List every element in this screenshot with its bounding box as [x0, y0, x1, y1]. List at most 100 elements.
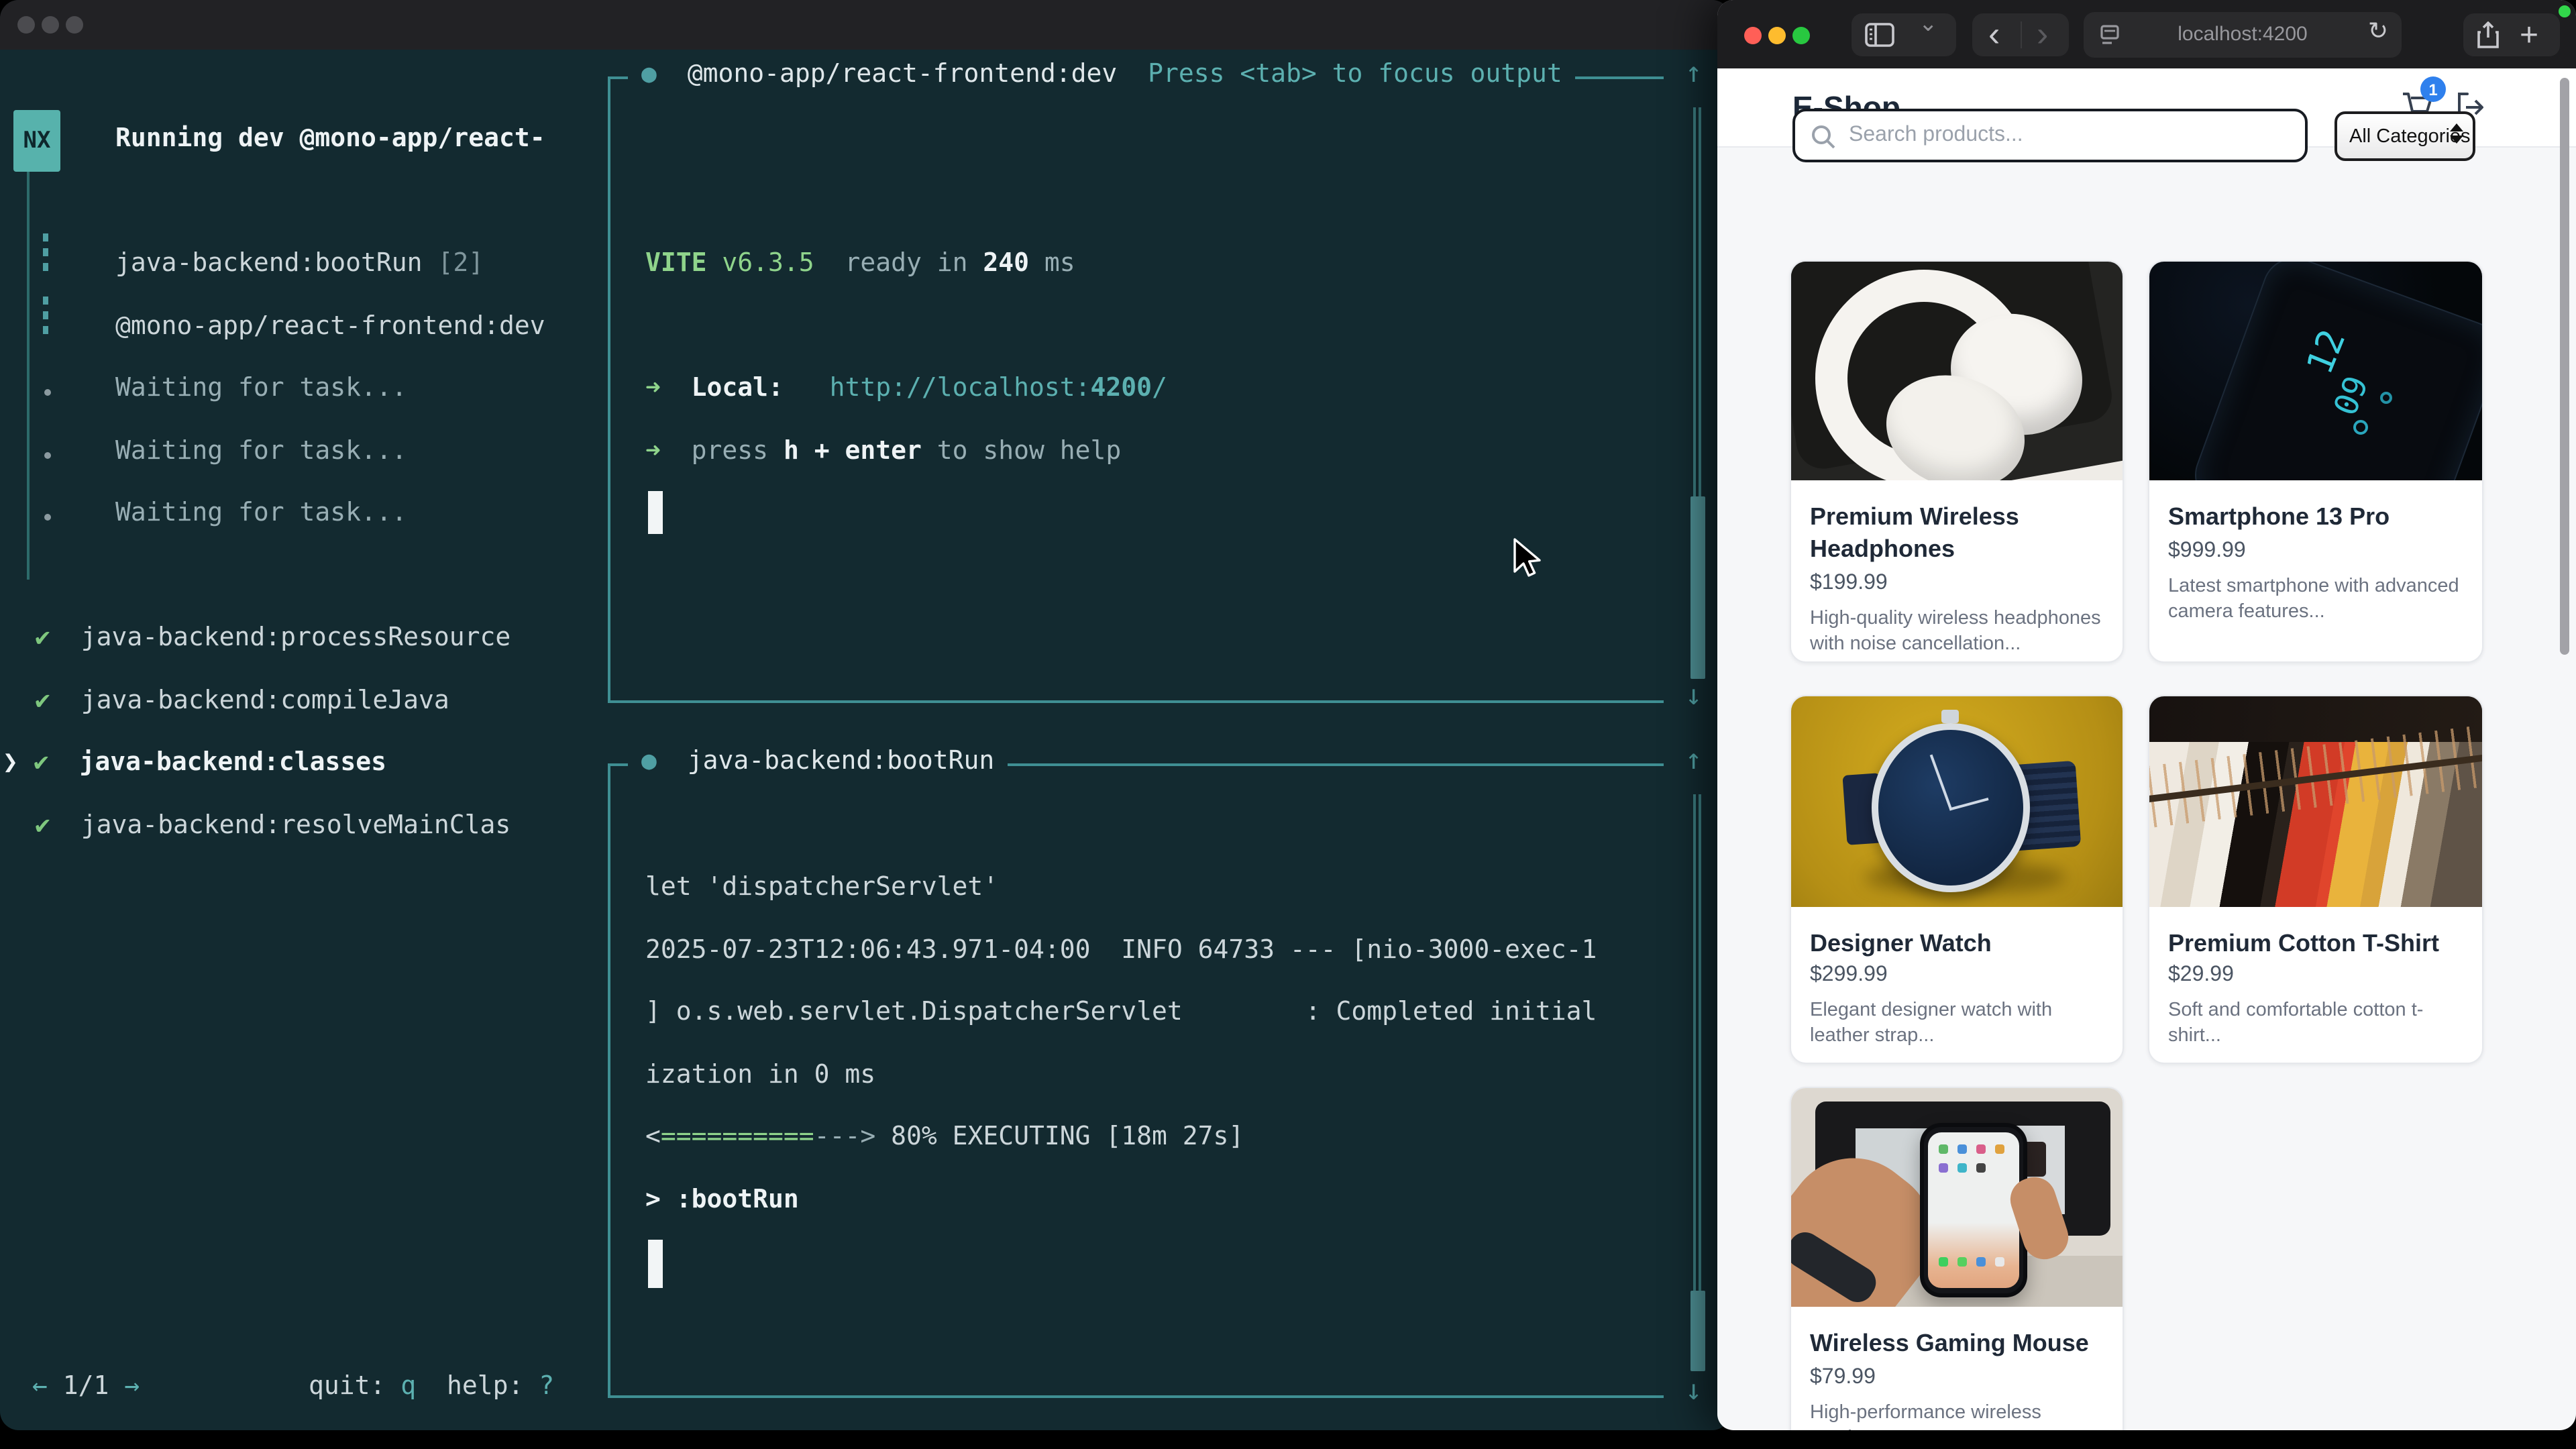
progress-bar-line: <==========---> 80% EXECUTING [18m 27s]: [645, 1122, 1244, 1151]
product-price: $299.99: [1810, 963, 1888, 987]
search-input[interactable]: [1849, 111, 2292, 160]
product-card[interactable]: Designer Watch $299.99 Elegant designer …: [1790, 695, 2124, 1064]
reload-icon[interactable]: ↻: [2368, 17, 2388, 46]
active-arrow-icon: ❯: [3, 747, 18, 777]
local-url[interactable]: http://localhost:: [830, 373, 1091, 402]
terminal-titlebar[interactable]: [0, 0, 1731, 50]
scroll-down-icon[interactable]: ↓: [1685, 1374, 1702, 1406]
progress-bar-fill: ==========: [661, 1122, 814, 1151]
nx-logo: NX: [13, 110, 60, 172]
queued-task-icon: [43, 297, 48, 341]
close-window-icon[interactable]: [1744, 27, 1762, 44]
pane-title: java-backend:bootRun: [688, 746, 995, 775]
chevron-down-icon[interactable]: ⌄: [1919, 11, 1938, 38]
task-row: Waiting for task...: [115, 373, 407, 402]
safari-window[interactable]: ⌄ ‹ › localhost:4200 ↻ + E-Shop: [1717, 0, 2576, 1430]
product-name: Wireless Gaming Mouse: [1810, 1327, 2106, 1359]
quit-hint: quit:: [309, 1371, 400, 1401]
search-box[interactable]: [1792, 109, 2308, 162]
task-count: [2]: [423, 248, 484, 278]
scroll-track[interactable]: [1693, 107, 1701, 496]
task-label: java-backend:bootRun: [115, 248, 423, 278]
product-card[interactable]: Premium Cotton T-Shirt $29.99 Soft and c…: [2148, 695, 2483, 1064]
back-button[interactable]: ‹: [1988, 13, 2000, 54]
output-pane-bootrun-title: ● java-backend:bootRun: [628, 746, 1008, 775]
address-bar[interactable]: localhost:4200 ↻: [2084, 12, 2402, 58]
scroll-thumb[interactable]: [1690, 496, 1705, 679]
product-description: High-performance wireless gaming mouse..…: [1810, 1401, 2109, 1430]
task-status-dot-icon: ●: [641, 746, 657, 775]
local-url-line: ➜ Local: http://localhost:4200/: [645, 373, 1167, 402]
scroll-track[interactable]: [1693, 794, 1701, 1291]
safari-titlebar[interactable]: ⌄ ‹ › localhost:4200 ↻ +: [1717, 0, 2576, 68]
task-row-active: ❯ ✔ java-backend:classes: [3, 747, 386, 777]
vite-label: VITE: [645, 248, 707, 278]
task-row: ✔ java-backend:processResource: [35, 623, 511, 652]
product-image-mouse[interactable]: [1791, 1088, 2123, 1307]
local-label: Local:: [661, 373, 784, 402]
ready-text: ready in: [814, 248, 983, 278]
product-price: $999.99: [2168, 539, 2246, 564]
task-row: java-backend:bootRun [2]: [115, 248, 484, 278]
task-row: @mono-app/react-frontend:dev: [115, 311, 545, 341]
task-status-dot-icon: ●: [641, 59, 657, 89]
pager-left-icon[interactable]: ←: [32, 1371, 48, 1401]
task-label: java-backend:resolveMainClas: [81, 810, 511, 840]
product-image-smartphone[interactable]: 12 09: [2149, 262, 2482, 480]
url-text[interactable]: localhost:4200: [2084, 23, 2402, 46]
ready-ms-unit: ms: [1029, 248, 1075, 278]
arrow-icon: ➜: [645, 436, 661, 466]
product-price: $199.99: [1810, 572, 1888, 596]
page-scrollbar[interactable]: [2560, 78, 2569, 655]
product-description: High-quality wireless headphones with no…: [1810, 606, 2109, 657]
run-heading: Running dev @mono-app/react-: [115, 123, 545, 153]
product-image-tshirts[interactable]: [2149, 696, 2482, 907]
help-line: ➜ press h + enter to show help: [645, 436, 1121, 466]
product-image-watch[interactable]: [1791, 696, 2123, 907]
cart-badge: 1: [2420, 76, 2446, 102]
zoom-window-icon[interactable]: [66, 16, 83, 34]
waiting-dot-icon: [44, 452, 51, 459]
help-hint: help:: [416, 1371, 539, 1401]
terminal-window[interactable]: NX Running dev @mono-app/react- java-bac…: [0, 0, 1731, 1430]
vite-version: v6.3.5: [707, 248, 814, 278]
pane-hint: Press <tab> to focus output: [1148, 59, 1562, 89]
close-window-icon[interactable]: [17, 16, 35, 34]
ready-ms: 240: [983, 248, 1029, 278]
scroll-up-icon[interactable]: ↑: [1685, 743, 1702, 775]
sidebar-icon: [1865, 23, 1894, 47]
zoom-window-icon[interactable]: [1792, 27, 1810, 44]
product-image-headphones[interactable]: [1791, 262, 2123, 480]
pager[interactable]: ← 1/1 →: [32, 1371, 140, 1401]
product-name: Premium Cotton T-Shirt: [2168, 927, 2466, 959]
terminal-cursor: [648, 1240, 663, 1288]
product-card[interactable]: Wireless Gaming Mouse $79.99 High-perfor…: [1790, 1087, 2124, 1430]
minimize-window-icon[interactable]: [1768, 27, 1786, 44]
category-select[interactable]: All Categories: [2334, 111, 2475, 161]
new-tab-button[interactable]: +: [2520, 15, 2538, 58]
share-button[interactable]: [2477, 21, 2500, 50]
product-card[interactable]: 12 09 Smartphone 13 Pro $999.99 Latest s…: [2148, 260, 2483, 663]
pager-right-icon[interactable]: →: [124, 1371, 140, 1401]
forward-button[interactable]: ›: [2037, 13, 2048, 54]
arrow-icon: ➜: [645, 373, 661, 402]
task-label: @mono-app/react-frontend:dev: [115, 311, 545, 341]
help-keys: h + enter: [784, 436, 922, 466]
sidebar-toggle-button[interactable]: ⌄: [1851, 13, 1956, 56]
pager-count: 1/1: [48, 1371, 124, 1401]
scroll-up-icon[interactable]: ↑: [1685, 56, 1702, 89]
scroll-down-icon[interactable]: ↓: [1685, 679, 1702, 711]
waiting-dot-icon: [44, 514, 51, 521]
minimize-window-icon[interactable]: [42, 16, 59, 34]
check-icon: ✔: [34, 747, 49, 777]
log-line: 2025-07-23T12:06:43.971-04:00 INFO 64733…: [645, 935, 1597, 965]
product-price: $79.99: [1810, 1366, 1876, 1390]
check-icon: ✔: [35, 623, 50, 652]
scroll-thumb[interactable]: [1690, 1291, 1705, 1371]
queued-task-icon: [43, 233, 48, 278]
green-indicator-dot: [2559, 5, 2571, 17]
product-card[interactable]: Premium Wireless Headphones $199.99 High…: [1790, 260, 2124, 663]
local-url-port[interactable]: 4200: [1091, 373, 1152, 402]
prompt-line: > :bootRun: [645, 1185, 799, 1214]
log-line: ] o.s.web.servlet.DispatcherServlet : Co…: [645, 997, 1597, 1026]
